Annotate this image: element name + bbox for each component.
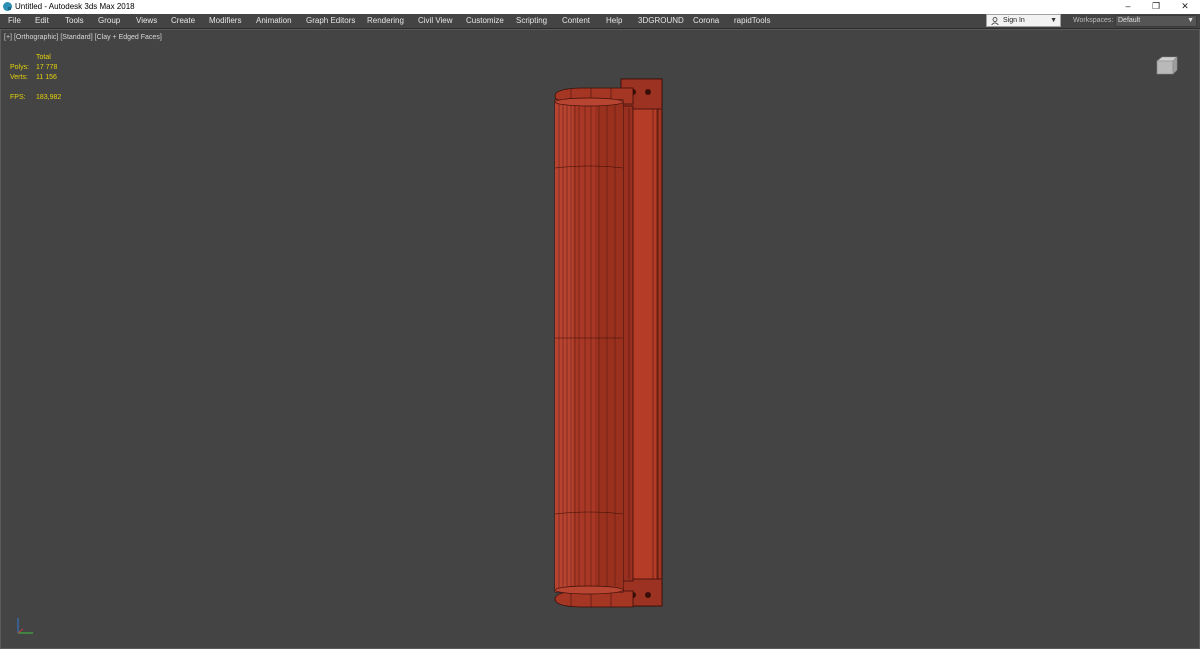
viewport-menu-plus[interactable]: [+]: [4, 34, 12, 41]
viewport-label: [+] [Orthographic] [Standard] [Clay + Edged…: [4, 34, 164, 41]
viewport-shading-label[interactable]: [Clay + Edged Faces]: [95, 34, 162, 41]
menu-create[interactable]: Create: [171, 16, 195, 25]
stats-fps-label: FPS:: [10, 94, 26, 101]
sign-in-label: Sign In: [1003, 17, 1025, 24]
menu-graph-editors[interactable]: Graph Editors: [306, 16, 355, 25]
door-handle-model[interactable]: [541, 74, 681, 614]
menu-animation[interactable]: Animation: [256, 16, 292, 25]
workspaces-select[interactable]: Default ▼: [1115, 15, 1197, 27]
menu-edit[interactable]: Edit: [35, 16, 49, 25]
stats-total-label: Total: [36, 54, 51, 61]
minimize-icon[interactable]: –: [1113, 0, 1143, 14]
window-title: Untitled - Autodesk 3ds Max 2018: [15, 2, 135, 11]
chevron-down-icon: ▼: [1187, 17, 1194, 24]
viewcube-icon[interactable]: [1154, 55, 1178, 75]
menu-modifiers[interactable]: Modifiers: [209, 16, 241, 25]
menu-civil-view[interactable]: Civil View: [418, 16, 453, 25]
menu-group[interactable]: Group: [98, 16, 120, 25]
menu-rendering[interactable]: Rendering: [367, 16, 404, 25]
workspaces-label: Workspaces:: [1073, 17, 1114, 24]
menu-customize[interactable]: Customize: [466, 16, 504, 25]
viewport-pov-label[interactable]: [Orthographic]: [14, 34, 58, 41]
menu-help[interactable]: Help: [606, 16, 622, 25]
chevron-down-icon: ▼: [1050, 17, 1057, 24]
menu-file[interactable]: File: [8, 16, 21, 25]
title-bar: Untitled - Autodesk 3ds Max 2018 – ❐ ✕: [0, 0, 1200, 14]
app-icon: [3, 2, 12, 11]
menu-content[interactable]: Content: [562, 16, 590, 25]
stats-verts-value: 11 156: [36, 74, 57, 81]
user-icon: [991, 17, 999, 25]
restore-icon[interactable]: ❐: [1141, 0, 1171, 14]
sign-in-dropdown[interactable]: Sign In ▼: [986, 14, 1061, 27]
stats-polys-label: Polys:: [10, 64, 30, 71]
menu-corona[interactable]: Corona: [693, 16, 719, 25]
axis-tripod-icon: [17, 618, 33, 634]
viewport[interactable]: [+] [Orthographic] [Standard] [Clay + Edged…: [0, 29, 1200, 649]
stats-verts-label: Verts:: [10, 74, 28, 81]
menu-tools[interactable]: Tools: [65, 16, 84, 25]
menu-rapidtools[interactable]: rapidTools: [734, 16, 770, 25]
stats-fps-value: 183,982: [36, 94, 62, 101]
workspaces-value: Default: [1118, 17, 1141, 24]
menu-views[interactable]: Views: [136, 16, 157, 25]
stats-polys-value: 17 778: [36, 64, 58, 71]
menu-3dground[interactable]: 3DGROUND: [638, 16, 684, 25]
menu-scripting[interactable]: Scripting: [516, 16, 547, 25]
viewport-standard-label[interactable]: [Standard]: [60, 34, 92, 41]
close-icon[interactable]: ✕: [1170, 0, 1200, 14]
